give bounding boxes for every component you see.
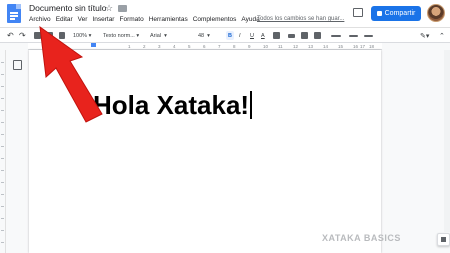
menu-herramientas[interactable]: Herramientas (149, 16, 188, 23)
menu-complementos[interactable]: Complementos (193, 16, 237, 23)
doc-title[interactable]: Documento sin título (29, 3, 106, 13)
italic-button[interactable]: I (239, 31, 241, 40)
avatar[interactable] (427, 4, 445, 22)
vertical-ruler (0, 50, 6, 253)
line-spacing-icon[interactable] (349, 35, 358, 37)
menu-archivo[interactable]: Archivo (29, 16, 51, 23)
ruler-mark: 17 (360, 44, 366, 49)
ruler-mark: 10 (263, 44, 269, 49)
menu-bar: Archivo Editar Ver Insertar Formato Herr… (29, 16, 260, 23)
align-icon[interactable] (331, 35, 341, 37)
text-cursor (250, 91, 252, 119)
ruler-mark: 1 (128, 44, 131, 49)
ruler-mark: 11 (278, 44, 283, 49)
style-select[interactable]: Texto norm... ▾ (103, 31, 139, 40)
header: Documento sin título ☆ Archivo Editar Ve… (0, 0, 450, 27)
ruler-mark: 3 (158, 44, 161, 49)
underline-button[interactable]: U (250, 31, 254, 40)
ruler-mark: 2 (143, 44, 146, 49)
list-icon[interactable] (364, 35, 373, 37)
undo-icon[interactable]: ↶ (7, 31, 14, 40)
collapse-icon[interactable]: ⌃ (439, 31, 445, 40)
comment-add-icon[interactable] (301, 32, 308, 39)
menu-formato[interactable]: Formato (119, 16, 143, 23)
bold-button[interactable]: B (226, 31, 234, 40)
menu-insertar[interactable]: Insertar (92, 16, 114, 23)
ruler-mark: 6 (203, 44, 206, 49)
comments-icon[interactable] (353, 8, 363, 17)
print-icon[interactable] (34, 32, 41, 39)
toolbar: ↶ ↷ 100% ▾ Texto norm... ▾ Arial ▾ 48 ▾ … (0, 27, 450, 43)
document-page[interactable] (29, 50, 381, 253)
edit-mode-icon[interactable]: ✎▾ (420, 31, 429, 40)
link-icon[interactable] (288, 34, 295, 38)
docs-logo-icon[interactable] (7, 4, 21, 23)
image-icon[interactable] (314, 32, 321, 39)
watermark: XATAKA BASICS (322, 233, 401, 243)
ruler-mark: 4 (173, 44, 176, 49)
indent-marker-icon[interactable] (91, 43, 96, 47)
ruler-mark: 13 (308, 44, 314, 49)
lock-icon (376, 11, 382, 16)
save-status-link[interactable]: Todos los cambios se han guar... (257, 16, 344, 22)
share-button[interactable]: Compartir (371, 6, 421, 21)
spellcheck-icon[interactable] (47, 32, 53, 39)
zoom-select[interactable]: 100% ▾ (73, 31, 91, 40)
ruler-mark: 15 (338, 44, 344, 49)
horizontal-ruler: 1 2 3 4 5 6 7 8 9 10 11 12 13 14 15 16 1… (28, 43, 382, 50)
font-size-select[interactable]: 48 ▾ (198, 31, 210, 40)
docs-window: Documento sin título ☆ Archivo Editar Ve… (0, 0, 450, 253)
ruler-mark: 7 (218, 44, 221, 49)
document-outline-icon[interactable] (13, 60, 22, 70)
document-heading[interactable]: Hola Xataka! (93, 90, 252, 121)
ruler-mark: 14 (323, 44, 329, 49)
star-icon[interactable]: ☆ (105, 3, 113, 14)
folder-icon[interactable] (118, 5, 127, 12)
explore-button[interactable] (437, 233, 450, 246)
ruler-mark: 12 (293, 44, 299, 49)
text-color-button[interactable]: A (261, 31, 265, 40)
scrollbar[interactable] (444, 50, 450, 232)
highlight-icon[interactable] (273, 32, 280, 39)
menu-editar[interactable]: Editar (56, 16, 73, 23)
ruler-mark: 18 (369, 44, 375, 49)
font-select[interactable]: Arial ▾ (150, 31, 167, 40)
redo-icon[interactable]: ↷ (19, 31, 26, 40)
ruler-mark: 9 (248, 44, 251, 49)
menu-ver[interactable]: Ver (78, 16, 88, 23)
ruler-mark: 5 (188, 44, 191, 49)
share-label: Compartir (384, 10, 416, 17)
ruler-mark: 16 (353, 44, 359, 49)
paint-format-icon[interactable] (59, 32, 65, 39)
ruler-mark: 8 (233, 44, 236, 49)
